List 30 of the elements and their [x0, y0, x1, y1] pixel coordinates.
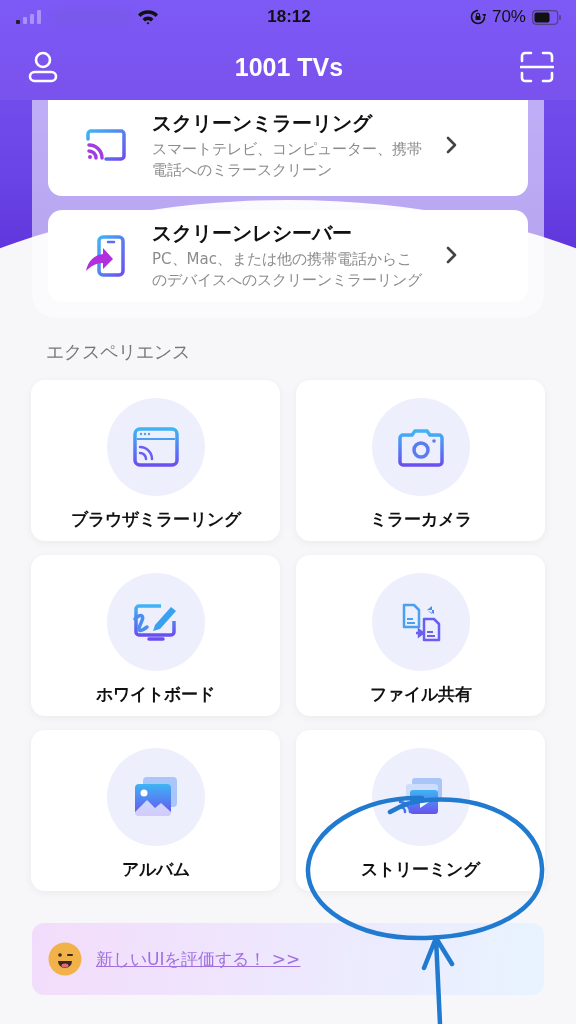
tile-label: ホワイトボード — [96, 683, 215, 707]
feature-tile[interactable]: ブラウザミラーリング — [31, 380, 280, 542]
feature-tile[interactable]: ミラーカメラ — [296, 380, 545, 542]
chevron-icon — [446, 246, 458, 265]
wifi-icon — [137, 9, 159, 25]
status-time: 18:12 — [267, 7, 311, 27]
feature-card[interactable]: スクリーンミラーリング スマートテレビ、コンピューター、携帯電話へのミラースクリーン — [48, 100, 528, 196]
section-title: エクスペリエンス — [46, 340, 191, 365]
app-title: 1001 TVs — [234, 52, 344, 82]
card-title: スクリーンミラーリング — [152, 109, 374, 137]
card-description: スマートテレビ、コンピューター、携帯電話へのミラースクリーン — [152, 138, 423, 181]
chevron-icon — [446, 136, 458, 154]
feature-tile[interactable]: ストリーミング — [296, 730, 545, 892]
tile-label: ミラーカメラ — [369, 508, 472, 532]
feature-tile[interactable]: アルバム — [31, 730, 280, 892]
tile-label: ストリーミング — [361, 858, 480, 882]
feature-tile[interactable]: ファイル共有 — [296, 555, 545, 717]
card-title: スクリーンレシーバー — [152, 220, 353, 247]
smiley-icon — [48, 942, 82, 977]
scan-icon[interactable] — [520, 51, 554, 83]
battery-percent: 70% — [491, 7, 526, 27]
feature-tile[interactable]: ホワイトボード — [31, 555, 280, 717]
tile-label: アルバム — [121, 858, 190, 882]
tile-label: ブラウザミラーリング — [70, 508, 241, 532]
battery-icon — [532, 9, 562, 25]
tile-label: ファイル共有 — [369, 683, 472, 707]
profile-icon[interactable] — [28, 51, 58, 83]
feature-card[interactable]: スクリーンレシーバー PC、Mac、または他の携帯電話からこのデバイスへのスクリーンミラーリング — [48, 210, 528, 303]
rotation-lock-icon — [469, 9, 486, 25]
card-description: PC、Mac、または他の携帯電話からこのデバイスへのスクリーンミラーリング — [152, 249, 423, 291]
